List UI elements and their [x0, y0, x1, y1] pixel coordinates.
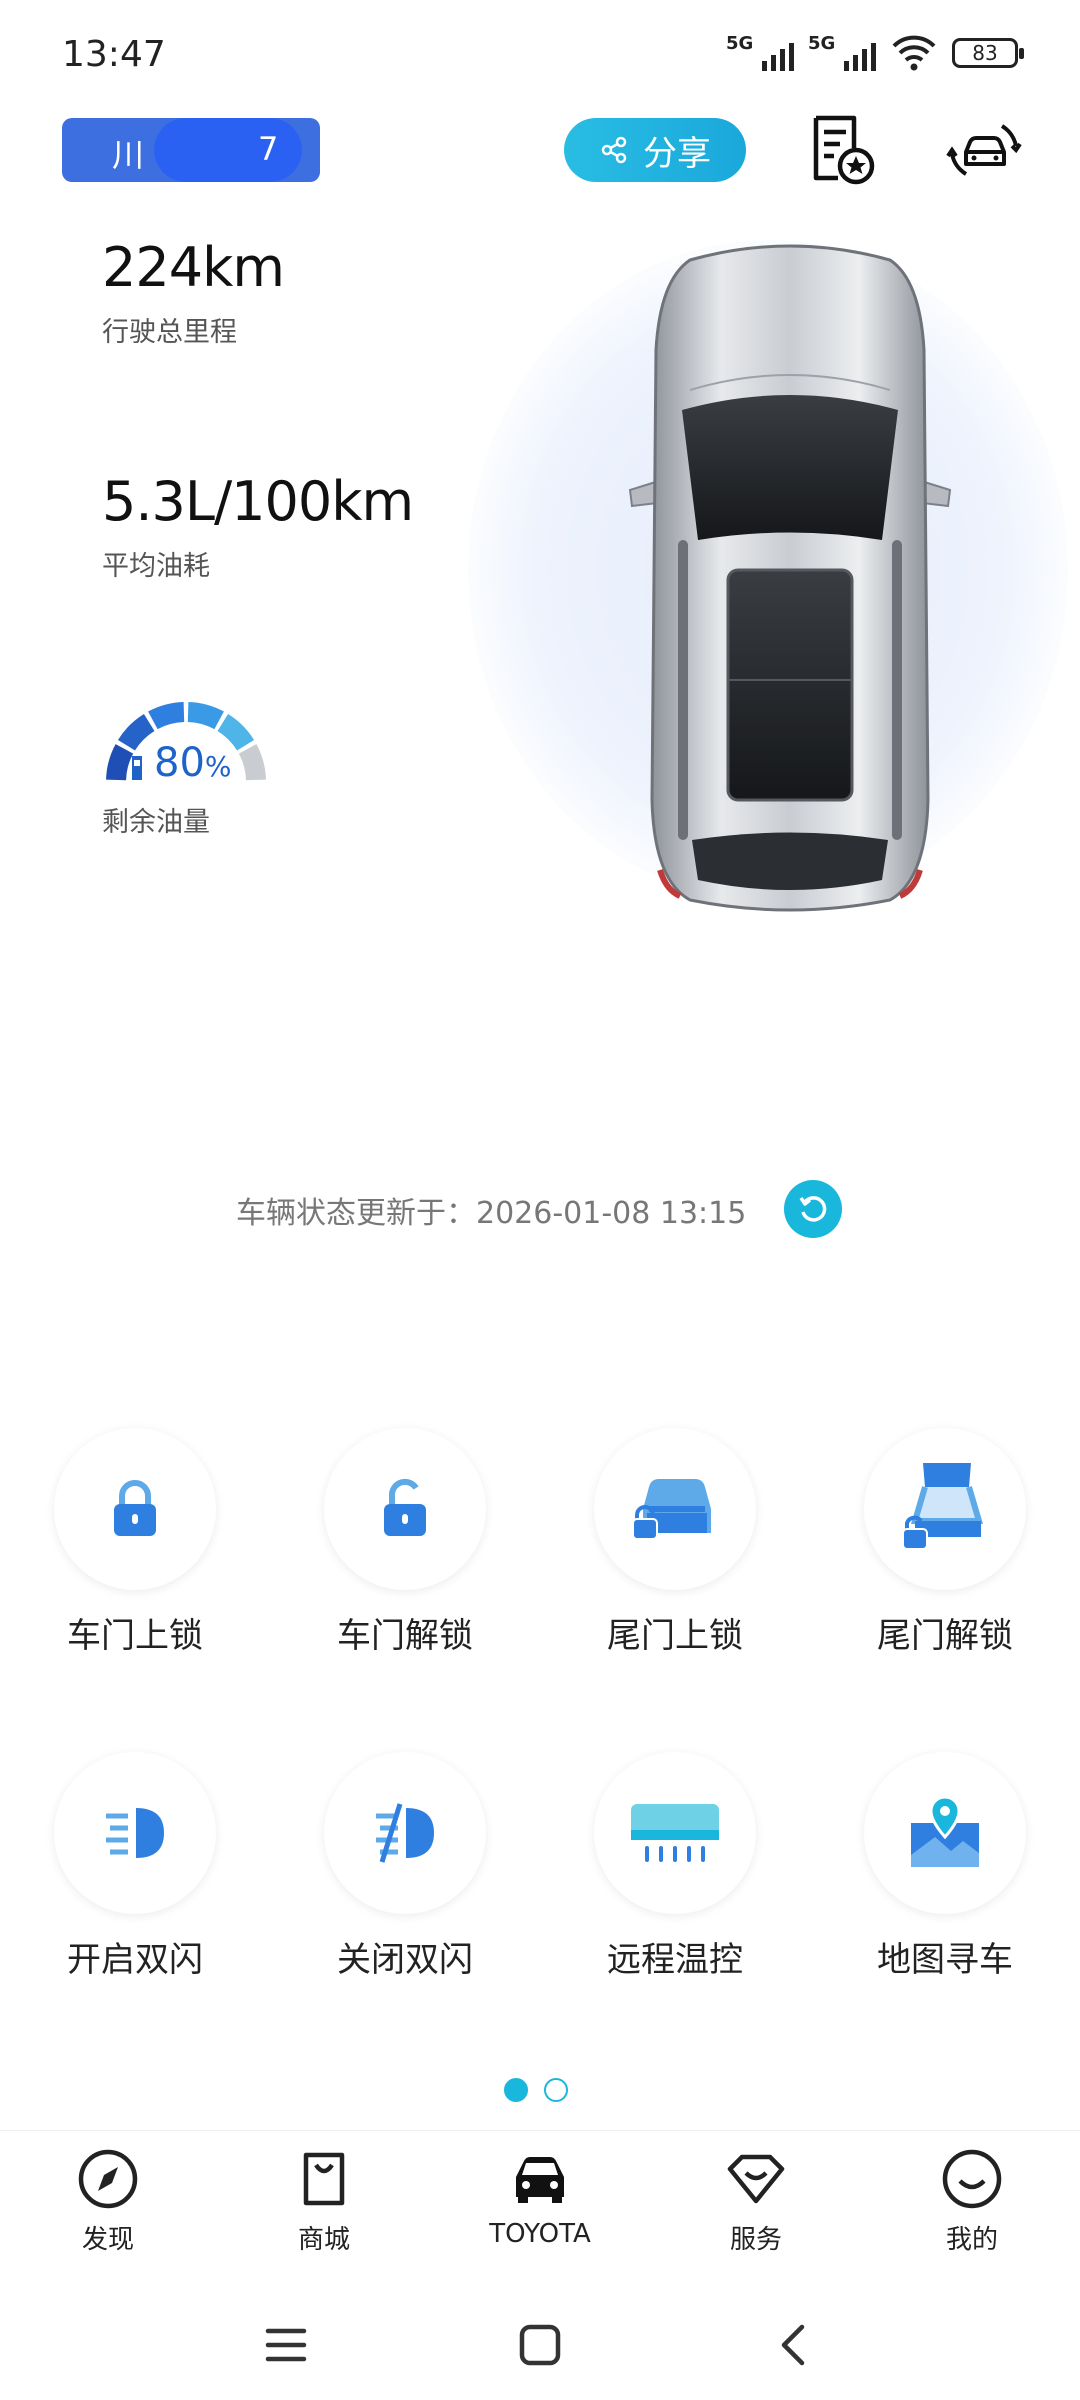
status-update-time: 车辆状态更新于：2026-01-08 13:15: [236, 1196, 747, 1231]
control-circle: [864, 1428, 1026, 1590]
nav-profile[interactable]: 我的: [864, 2131, 1080, 2280]
nav-label: 我的: [945, 2225, 998, 2255]
unlock-doors-button[interactable]: 车门解锁: [305, 1428, 505, 1657]
page-dot-1[interactable]: [504, 2078, 528, 2102]
control-circle: [54, 1428, 216, 1590]
remote-climate-button[interactable]: 远程温控: [575, 1752, 775, 1981]
control-label: 开启双闪: [67, 1940, 203, 1980]
control-circle: [324, 1428, 486, 1590]
fuel-gauge-segment: [117, 713, 155, 751]
signal-icon: 5G: [808, 33, 876, 71]
fuel-gauge-segment: [106, 744, 134, 781]
nav-label: TOYOTA: [489, 2219, 591, 2249]
control-label: 地图寻车: [877, 1940, 1013, 1980]
battery-indicator: 83: [952, 38, 1024, 68]
bottom-nav: 发现 商城 TOYOTA 服务 我的: [0, 2130, 1080, 2280]
status-icons: 5G 5G 83: [726, 33, 1024, 72]
control-circle: [54, 1752, 216, 1914]
control-circle: [324, 1752, 486, 1914]
car-top-view-image: [628, 244, 952, 912]
share-button[interactable]: 分享: [564, 118, 746, 182]
back-icon[interactable]: [772, 2323, 816, 2367]
control-label: 车门解锁: [337, 1616, 473, 1656]
diamond-icon: [727, 2154, 785, 2204]
control-label: 远程温控: [607, 1940, 743, 1980]
fuel-consumption-value: 5.3L/100km: [102, 470, 414, 533]
nav-discover[interactable]: 发现: [0, 2131, 216, 2280]
trunk-unlock-icon: [902, 1463, 984, 1550]
control-label: 尾门上锁: [607, 1616, 743, 1656]
nav-label: 商城: [297, 2225, 350, 2255]
share-label: 分享: [643, 133, 711, 174]
mileage-value: 224km: [102, 236, 285, 299]
sim2-label: 5G: [808, 33, 836, 54]
home-icon[interactable]: [518, 2323, 562, 2367]
mileage-label: 行驶总里程: [102, 317, 237, 348]
map-pin-icon: [911, 1795, 979, 1867]
control-label: 关闭双闪: [337, 1940, 473, 1980]
page-dot-2[interactable]: [544, 2078, 568, 2102]
fuel-level-label: 剩余油量: [102, 807, 210, 838]
system-navigation-bar: [0, 2290, 1080, 2400]
nav-service[interactable]: 服务: [648, 2131, 864, 2280]
air-conditioner-icon: [631, 1804, 719, 1862]
nav-toyota[interactable]: TOYOTA: [432, 2131, 648, 2280]
control-label: 车门上锁: [67, 1616, 203, 1656]
fuel-gauge-segment: [148, 702, 185, 730]
shopping-bag-icon: [303, 2152, 345, 2206]
fuel-gauge-segment: [238, 744, 266, 781]
hazard-off-icon: [376, 1803, 434, 1863]
unlock-tailgate-button[interactable]: 尾门解锁: [845, 1428, 1045, 1657]
plate-mask: [154, 118, 302, 182]
smile-icon: [942, 2149, 1002, 2209]
lock-doors-button[interactable]: 车门上锁: [35, 1428, 235, 1657]
nav-label: 发现: [81, 2225, 134, 2255]
document-star-icon[interactable]: [804, 112, 880, 188]
hazard-on-icon: [106, 1808, 164, 1858]
control-circle: [594, 1428, 756, 1590]
status-bar: 13:47 5G 5G 83: [0, 0, 1080, 110]
menu-icon[interactable]: [264, 2325, 308, 2365]
wifi-icon: [892, 35, 936, 71]
refresh-button[interactable]: [784, 1180, 842, 1238]
refresh-icon: [799, 1196, 827, 1222]
page-indicator: [504, 2078, 568, 2102]
status-time: 13:47: [62, 34, 166, 75]
find-car-on-map-button[interactable]: 地图寻车: [845, 1752, 1045, 1981]
fuel-level-readout: 80%: [154, 740, 232, 786]
trunk-lock-icon: [632, 1479, 711, 1540]
fuel-consumption-label: 平均油耗: [102, 551, 210, 582]
control-circle: [594, 1752, 756, 1914]
unlock-icon: [384, 1478, 426, 1536]
fuel-gauge-segment: [187, 702, 224, 730]
signal-icon: 5G: [726, 33, 794, 71]
switch-vehicle-icon[interactable]: [946, 112, 1022, 188]
hazard-on-button[interactable]: 开启双闪: [35, 1752, 235, 1981]
fuel-level-value: 80: [154, 740, 205, 786]
license-plate[interactable]: 川 7: [62, 118, 320, 182]
sim1-label: 5G: [726, 33, 754, 54]
car-icon: [516, 2157, 564, 2203]
lock-icon: [114, 1480, 156, 1536]
lock-tailgate-button[interactable]: 尾门上锁: [575, 1428, 775, 1657]
fuel-level-unit: %: [204, 750, 232, 783]
control-circle: [864, 1752, 1026, 1914]
nav-label: 服务: [729, 2225, 782, 2255]
compass-icon: [78, 2149, 138, 2209]
plate-suffix: 7: [258, 130, 279, 168]
share-icon: [601, 136, 627, 164]
plate-prefix: 川: [112, 136, 145, 174]
nav-mall[interactable]: 商城: [216, 2131, 432, 2280]
hazard-off-button[interactable]: 关闭双闪: [305, 1752, 505, 1981]
control-label: 尾门解锁: [877, 1616, 1013, 1656]
